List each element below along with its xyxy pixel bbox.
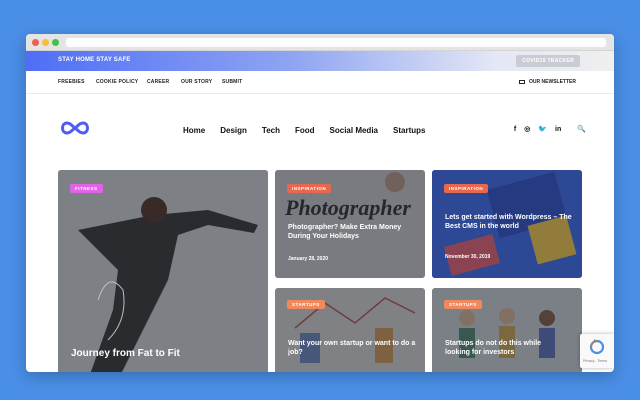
secondary-nav: FREEBIES COOKIE POLICY CAREER OUR STORY … [26,71,614,94]
maximize-window-dot[interactable] [52,39,59,46]
recaptcha-badge[interactable]: Privacy - Terms [580,334,614,368]
browser-chrome [26,34,614,51]
menu-item-startups[interactable]: Startups [393,126,425,135]
recaptcha-links[interactable]: Privacy - Terms [583,359,607,363]
post-title[interactable]: Startups do not do this while looking fo… [445,340,560,358]
browser-window: STAY HOME STAY SAFE COVID19 TRACKER FREE… [26,34,614,372]
post-card-startups-investors[interactable]: STARTUPS Startups do not do this while l… [432,288,582,372]
social-links: f ◎ 🐦 in 🔍 [506,125,586,134]
newsletter-link[interactable]: OUR NEWSLETTER [519,79,576,85]
menu-item-design[interactable]: Design [220,126,247,135]
nav-link-submit[interactable]: SUBMIT [222,79,242,85]
twitter-icon[interactable]: 🐦 [538,125,547,133]
category-tag[interactable]: STARTUPS [287,300,325,309]
menu-item-home[interactable]: Home [183,126,205,135]
facebook-icon[interactable]: f [514,126,516,133]
instagram-icon[interactable]: ◎ [524,125,530,133]
post-card-wordpress[interactable]: INSPIRATION Lets get started with Wordpr… [432,170,582,278]
linkedin-icon[interactable]: in [555,126,561,133]
covid-tracker-button[interactable]: COVID19 TRACKER [516,55,580,67]
address-bar[interactable] [66,38,606,47]
card-overlay [58,170,268,372]
post-title[interactable]: Lets get started with Wordpress – The Be… [445,214,577,232]
minimize-window-dot[interactable] [42,39,49,46]
category-tag[interactable]: FITNESS [70,184,103,193]
menu-item-food[interactable]: Food [295,126,315,135]
main-menu: Home Design Tech Food Social Media Start… [183,126,440,135]
site-logo[interactable] [58,120,92,136]
category-tag[interactable]: INSPIRATION [287,184,332,193]
category-tag[interactable]: INSPIRATION [444,184,489,193]
recaptcha-icon [589,339,605,355]
nav-link-cookie-policy[interactable]: COOKIE POLICY [96,79,138,85]
nav-link-freebies[interactable]: FREEBIES [58,79,85,85]
post-title[interactable]: Journey from Fat to Fit [71,348,251,361]
close-window-dot[interactable] [32,39,39,46]
post-card-startup-job[interactable]: STARTUPS Want your own startup or want t… [275,288,425,372]
search-icon[interactable]: 🔍 [577,125,586,133]
nav-link-career[interactable]: CAREER [147,79,169,85]
post-card-fitness[interactable]: FITNESS Journey from Fat to Fit [58,170,268,372]
tagline: STAY HOME STAY SAFE [58,57,131,63]
menu-item-tech[interactable]: Tech [262,126,280,135]
post-title[interactable]: Photographer? Make Extra Money During Yo… [288,224,418,242]
post-card-photographer[interactable]: Photographer INSPIRATION Photographer? M… [275,170,425,278]
main-header: Home Design Tech Food Social Media Start… [26,94,614,164]
post-title[interactable]: Want your own startup or want to do a jo… [288,340,418,358]
newsletter-label: OUR NEWSLETTER [529,79,576,85]
mail-icon [519,80,526,84]
post-date: January 28, 2020 [288,256,329,262]
announcement-bar: STAY HOME STAY SAFE COVID19 TRACKER [26,51,614,71]
menu-item-social-media[interactable]: Social Media [330,126,378,135]
nav-link-our-story[interactable]: OUR STORY [181,79,212,85]
post-date: November 30, 2019 [445,254,491,260]
category-tag[interactable]: STARTUPS [444,300,482,309]
